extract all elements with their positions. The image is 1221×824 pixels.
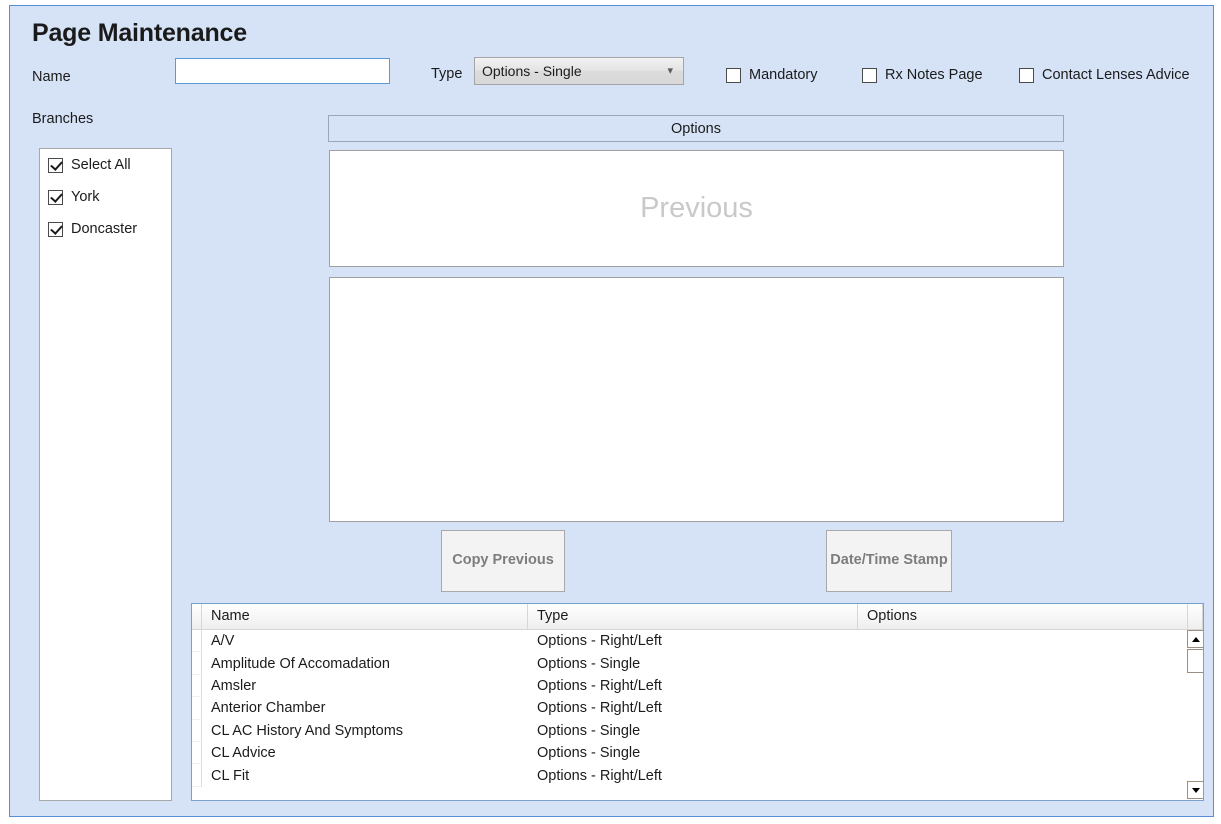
branches-listbox[interactable]: Select All York Doncaster xyxy=(39,148,172,801)
branch-item-york[interactable]: York xyxy=(40,181,171,213)
branch-item-doncaster[interactable]: Doncaster xyxy=(40,213,171,245)
cell-type: Options - Single xyxy=(537,722,641,739)
row-header-cell[interactable] xyxy=(192,652,202,675)
grid-column-header-options[interactable]: Options xyxy=(858,604,1188,629)
type-dropdown-value: Options - Single xyxy=(482,63,582,79)
grid-body: A/V Options - Right/Left Amplitude Of Acco… xyxy=(192,630,1203,800)
checkbox-mandatory-box[interactable] xyxy=(726,67,741,83)
date-time-stamp-button[interactable]: Date/Time Stamp xyxy=(826,530,952,592)
checkbox-contact-lenses-advice-label: Contact Lenses Advice xyxy=(1042,67,1190,83)
checkbox-mandatory-label: Mandatory xyxy=(749,67,818,83)
grid-vertical-scrollbar[interactable] xyxy=(1185,630,1203,800)
previous-placeholder-text: Previous xyxy=(640,192,753,224)
page-frame: Page Maintenance Name Type Options - Sin… xyxy=(9,5,1214,817)
checkbox-rx-notes-page-box[interactable] xyxy=(862,67,877,83)
cell-name: A/V xyxy=(211,633,235,650)
cell-name: Anterior Chamber xyxy=(211,700,326,717)
type-label: Type xyxy=(431,66,463,82)
chevron-down-icon: ▾ xyxy=(667,65,673,77)
page-title: Page Maintenance xyxy=(32,19,247,47)
row-header-cell[interactable] xyxy=(192,719,202,742)
branch-select-all-checkbox[interactable] xyxy=(48,157,63,173)
date-time-stamp-button-label: Date/Time Stamp xyxy=(830,552,948,569)
branch-doncaster-label: Doncaster xyxy=(71,221,138,237)
cell-type: Options - Right/Left xyxy=(537,700,662,717)
table-row[interactable]: Amplitude Of Accomadation Options - Singl… xyxy=(192,652,1203,675)
name-input[interactable] xyxy=(175,58,390,84)
grid-column-header-filler xyxy=(1188,604,1203,629)
type-dropdown[interactable]: Options - Single ▾ xyxy=(474,57,684,85)
cell-name: CL Fit xyxy=(211,767,250,784)
name-label: Name xyxy=(32,69,71,85)
copy-previous-button-label: Copy Previous xyxy=(452,552,554,569)
options-header-label: Options xyxy=(671,120,721,137)
cell-name: CL AC History And Symptoms xyxy=(211,722,404,739)
pages-grid[interactable]: Name Type Options A/V Options - Right/Lef… xyxy=(191,603,1204,801)
checkbox-contact-lenses-advice[interactable]: Contact Lenses Advice xyxy=(1019,64,1190,86)
row-header-cell[interactable] xyxy=(192,630,202,653)
table-row[interactable]: Anterior Chamber Options - Right/Left xyxy=(192,697,1203,720)
branch-york-checkbox[interactable] xyxy=(48,189,63,205)
table-row[interactable]: CL Advice Options - Single xyxy=(192,741,1203,765)
copy-previous-button[interactable]: Copy Previous xyxy=(441,530,565,592)
cell-name: Amplitude Of Accomadation xyxy=(211,655,390,672)
cell-type: Options - Right/Left xyxy=(537,677,662,694)
table-row[interactable]: A/V Options - Right/Left xyxy=(192,630,1203,653)
options-editor-textarea[interactable] xyxy=(329,277,1064,522)
cell-type: Options - Right/Left xyxy=(537,767,662,784)
row-header-cell[interactable] xyxy=(192,741,202,765)
grid-header-row: Name Type Options xyxy=(192,604,1203,630)
grid-column-header-type[interactable]: Type xyxy=(528,604,858,629)
checkbox-rx-notes-page-label: Rx Notes Page xyxy=(885,67,983,83)
options-header-bar: Options xyxy=(328,115,1064,142)
table-row[interactable]: Amsler Options - Right/Left xyxy=(192,674,1203,698)
cell-type: Options - Single xyxy=(537,655,641,672)
branch-select-all-label: Select All xyxy=(71,157,131,173)
scroll-down-button[interactable] xyxy=(1187,781,1203,799)
cell-type: Options - Right/Left xyxy=(537,633,662,650)
cell-type: Options - Single xyxy=(537,745,641,762)
grid-gutter-header xyxy=(192,604,202,629)
checkbox-mandatory[interactable]: Mandatory xyxy=(726,64,818,86)
page-maintenance-screen: Page Maintenance Name Type Options - Sin… xyxy=(0,0,1221,824)
branches-label: Branches xyxy=(32,111,94,127)
checkbox-contact-lenses-advice-box[interactable] xyxy=(1019,67,1034,83)
scroll-up-button[interactable] xyxy=(1187,630,1203,648)
previous-panel: Previous xyxy=(329,150,1064,267)
row-header-cell[interactable] xyxy=(192,764,202,787)
cell-name: CL Advice xyxy=(211,745,276,762)
branch-york-label: York xyxy=(71,189,100,205)
table-row[interactable]: CL AC History And Symptoms Options - Sing… xyxy=(192,719,1203,742)
triangle-up-icon xyxy=(1191,636,1200,642)
triangle-down-icon xyxy=(1191,787,1200,793)
grid-column-header-name[interactable]: Name xyxy=(202,604,528,629)
checkbox-rx-notes-page[interactable]: Rx Notes Page xyxy=(862,64,983,86)
scrollbar-thumb[interactable] xyxy=(1187,649,1203,673)
row-header-cell[interactable] xyxy=(192,674,202,698)
branch-item-select-all[interactable]: Select All xyxy=(40,149,171,181)
row-header-cell[interactable] xyxy=(192,697,202,720)
table-row[interactable]: CL Fit Options - Right/Left xyxy=(192,764,1203,787)
branch-doncaster-checkbox[interactable] xyxy=(48,221,63,237)
cell-name: Amsler xyxy=(211,677,257,694)
